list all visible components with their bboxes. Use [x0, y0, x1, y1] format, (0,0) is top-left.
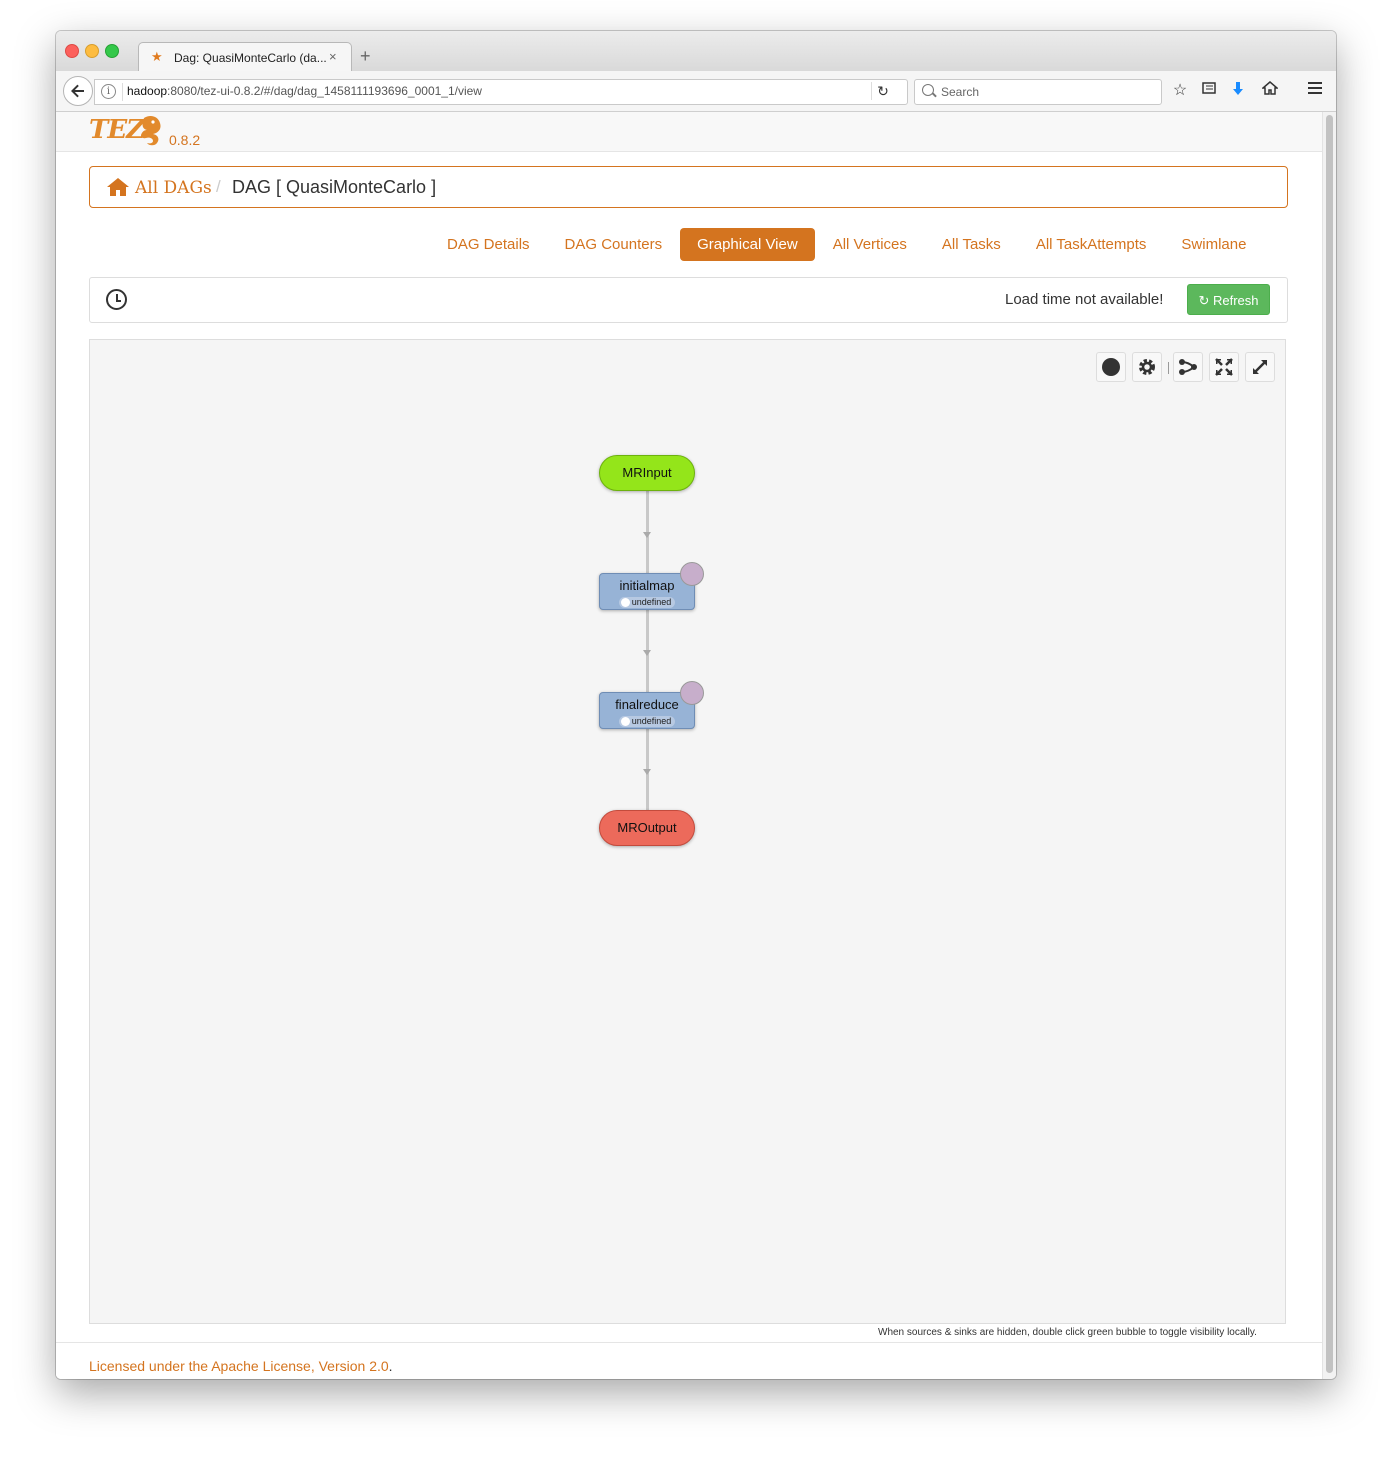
edge-arrow: [643, 532, 651, 538]
page-content: TEZ 0.8.2 All DAGs / DAG [ QuasiMonteCar…: [56, 112, 1322, 1379]
address-bar[interactable]: i hadoop:8080/tez-ui-0.8.2/#/dag/dag_145…: [94, 79, 908, 105]
tab-dag-counters[interactable]: DAG Counters: [548, 228, 680, 261]
url-divider: [122, 83, 123, 101]
download-icon[interactable]: [1228, 81, 1248, 101]
page-scrollbar[interactable]: [1322, 112, 1336, 1379]
minimize-window-button[interactable]: [85, 44, 99, 58]
orientation-share-icon[interactable]: [1173, 352, 1203, 382]
url-text[interactable]: hadoop:8080/tez-ui-0.8.2/#/dag/dag_14581…: [127, 84, 482, 98]
back-arrow-icon: [71, 84, 84, 98]
dag-tabs: DAG Details DAG Counters Graphical View …: [430, 228, 1264, 261]
vertex-io-bubble[interactable]: [680, 681, 704, 705]
browser-toolbar: i hadoop:8080/tez-ui-0.8.2/#/dag/dag_145…: [56, 71, 1336, 112]
license-link[interactable]: Licensed under the Apache License, Versi…: [89, 1358, 389, 1374]
tez-logo[interactable]: TEZ: [89, 115, 145, 145]
vertex-name: initialmap: [619, 578, 675, 593]
all-dags-link[interactable]: All DAGs: [135, 178, 212, 198]
tez-bird-logo-icon: [141, 115, 161, 146]
breadcrumb-current: DAG [ QuasiMonteCarlo ]: [232, 177, 437, 197]
edge-arrow: [643, 650, 651, 656]
vertex-name: finalreduce: [615, 697, 679, 712]
tab-all-vertices[interactable]: All Vertices: [816, 228, 924, 261]
close-window-button[interactable]: [65, 44, 79, 58]
refresh-label: Refresh: [1212, 293, 1259, 308]
home-icon[interactable]: [1260, 81, 1280, 101]
tab-all-taskattempts[interactable]: All TaskAttempts: [1019, 228, 1164, 261]
source-node-mrinput[interactable]: MRInput: [599, 455, 695, 491]
search-icon: [922, 84, 934, 96]
reload-icon[interactable]: ↻: [872, 80, 894, 102]
scrollbar-thumb[interactable]: [1326, 115, 1333, 1373]
vertex-status: undefined: [618, 716, 676, 727]
license-period: .: [388, 1358, 393, 1374]
vertex-io-bubble[interactable]: [680, 562, 704, 586]
tab-graphical-view[interactable]: Graphical View: [680, 228, 815, 261]
app-header: TEZ 0.8.2: [56, 112, 1322, 152]
site-info-icon[interactable]: i: [101, 84, 116, 99]
breadcrumb-separator: /: [216, 177, 221, 196]
license-line: Licensed under the Apache License, Versi…: [89, 1358, 393, 1374]
tab-close-icon[interactable]: ×: [329, 49, 337, 64]
tab-all-tasks[interactable]: All Tasks: [925, 228, 1018, 261]
fullscreen-icon[interactable]: [1245, 352, 1275, 382]
edge-arrow: [643, 769, 651, 775]
search-field[interactable]: Search: [914, 79, 1162, 105]
search-placeholder: Search: [941, 85, 980, 99]
title-bar: ★ Dag: QuasiMonteCarlo (da... × +: [56, 31, 1336, 73]
load-time-text: Load time not available!: [1005, 291, 1164, 308]
refresh-icon: ↻: [1198, 293, 1213, 308]
tez-favicon-icon: ★: [151, 49, 163, 64]
sink-node-mroutput[interactable]: MROutput: [599, 810, 695, 846]
zoom-window-button[interactable]: [105, 44, 119, 58]
clock-icon: [106, 289, 127, 310]
settings-gear-icon[interactable]: [1132, 352, 1162, 382]
tab-dag-details[interactable]: DAG Details: [430, 228, 547, 261]
vertex-status: undefined: [618, 597, 676, 608]
back-button[interactable]: [63, 76, 93, 106]
app-version: 0.8.2: [169, 132, 201, 148]
fit-screen-icon[interactable]: [1209, 352, 1239, 382]
tab-title: Dag: QuasiMonteCarlo (da...: [174, 51, 327, 65]
load-time-panel: Load time not available! ↻ Refresh: [89, 277, 1288, 323]
controls-divider: [1168, 362, 1169, 374]
new-tab-button[interactable]: +: [360, 46, 371, 66]
breadcrumb: All DAGs / DAG [ QuasiMonteCarlo ]: [89, 166, 1288, 208]
refresh-button[interactable]: ↻ Refresh: [1187, 284, 1270, 315]
browser-window: ★ Dag: QuasiMonteCarlo (da... × + i hado…: [56, 31, 1336, 1379]
reading-list-icon[interactable]: [1199, 81, 1219, 101]
footer: Licensed under the Apache License, Versi…: [56, 1342, 1322, 1379]
menu-icon[interactable]: [1305, 81, 1325, 101]
record-icon[interactable]: [1096, 352, 1126, 382]
tab-swimlane[interactable]: Swimlane: [1164, 228, 1263, 261]
bookmark-star-icon[interactable]: ☆: [1170, 81, 1190, 101]
browser-tab[interactable]: ★ Dag: QuasiMonteCarlo (da... ×: [138, 42, 352, 73]
home-icon[interactable]: [107, 177, 129, 197]
graph-hint-text: When sources & sinks are hidden, double …: [878, 1327, 1257, 1338]
dag-graph-view[interactable]: MRInput initialmap undefined finalreduce…: [89, 339, 1286, 1324]
